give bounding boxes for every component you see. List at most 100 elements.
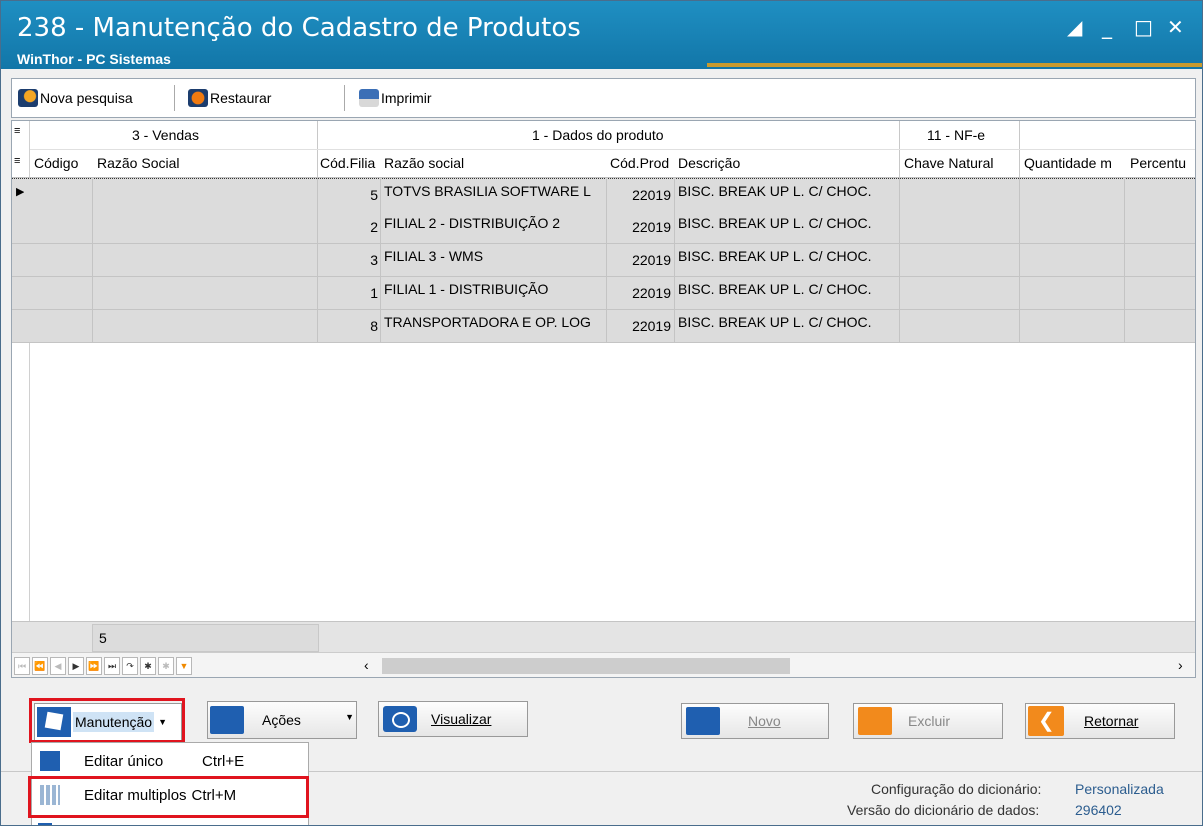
column-header-descricao[interactable]: Descrição [678,155,896,171]
config-dicionario-value: Personalizada [1075,781,1164,797]
clear-bookmark-icon[interactable]: ✱ [158,657,174,675]
toolbar: Nova pesquisa Restaurar Imprimir [11,78,1196,118]
prev-page-icon[interactable]: ⏪ [32,657,48,675]
printer-icon [359,89,379,107]
grid-divider [606,178,607,343]
first-page-icon[interactable]: ⏮ [14,657,30,675]
table-row[interactable]: ▶ 5 TOTVS BRASILIA SOFTWARE L 22019 BISC… [12,178,1195,212]
cell-cod-prod: 22019 [632,285,671,301]
novo-button[interactable]: Novo [681,703,829,739]
refresh-icon[interactable]: ↷ [122,657,138,675]
minimize-icon[interactable]: _ [1102,17,1112,37]
cell-cod-prod: 22019 [632,252,671,268]
header-divider [30,149,1195,150]
new-search-icon [18,89,38,107]
table-row[interactable]: 2 FILIAL 2 - DISTRIBUIÇÃO 2 22019 BISC. … [12,211,1195,244]
restaurar-button[interactable]: Restaurar [188,87,271,109]
table-row[interactable]: 8 TRANSPORTADORA E OP. LOG 22019 BISC. B… [12,310,1195,343]
toolbar-separator [344,85,345,111]
editar-unico-shortcut: Ctrl+E [202,752,245,770]
column-header-cod-filial[interactable]: Cód.Filia [320,155,380,171]
imprimir-label: Imprimir [381,90,432,106]
imprimir-button[interactable]: Imprimir [359,87,432,109]
cell-razao-social: TRANSPORTADORA E OP. LOG [384,314,591,330]
grid-divider [1019,178,1020,343]
grid-divider [92,178,93,343]
bookmark-icon[interactable]: ✱ [140,657,156,675]
column-header-razao-social-vendas[interactable]: Razão Social [97,155,312,171]
prev-record-icon[interactable]: ◀ [50,657,66,675]
edit-single-icon [40,751,60,771]
versao-dicionario-label: Versão do dicionário de dados: [847,802,1040,818]
cell-cod-filial: 5 [370,187,378,203]
cell-descricao: BISC. BREAK UP L. C/ CHOC. [678,281,872,297]
next-record-icon[interactable]: ▶ [68,657,84,675]
excluir-button[interactable]: Excluir [853,703,1003,739]
window-subtitle: WinThor - PC Sistemas [17,51,171,67]
title-bar: 238 - Manutenção do Cadastro de Produtos… [1,1,1202,69]
grid-divider [1124,178,1125,343]
title-accent-stripe [707,63,1202,67]
footer-summary-cell: 5 [92,624,319,652]
restaurar-label: Restaurar [210,90,272,106]
band-nfe[interactable]: 11 - NF-e [927,127,985,143]
grid-divider [674,178,675,343]
retornar-button[interactable]: ❮ Retornar [1025,703,1175,739]
table-row[interactable]: 3 FILIAL 3 - WMS 22019 BISC. BREAK UP L.… [12,244,1195,277]
cell-razao-social: FILIAL 1 - DISTRIBUIÇÃO [384,281,549,297]
scroll-left-icon[interactable]: ‹ [364,657,369,673]
close-icon[interactable]: ✕ [1167,17,1184,37]
band-dados-produto[interactable]: 1 - Dados do produto [532,127,664,143]
actions-list-icon [210,706,244,734]
window-title: 238 - Manutenção do Cadastro de Produtos [17,13,581,43]
excluir-label: Excluir [908,713,951,729]
toolbar-separator [174,85,175,111]
band-vendas[interactable]: 3 - Vendas [132,127,199,143]
restore-arrow-icon [188,89,208,107]
filter-icon[interactable]: ▼ [176,657,192,675]
return-arrow-icon: ❮ [1028,706,1064,736]
column-header-chave-natural[interactable]: Chave Natural [904,155,1016,171]
maximize-icon[interactable]: □ [1134,17,1153,37]
column-header-quantidade[interactable]: Quantidade m [1024,155,1126,171]
nova-pesquisa-label: Nova pesquisa [40,90,133,106]
horizontal-scrollbar-thumb[interactable] [382,658,790,674]
cell-descricao: BISC. BREAK UP L. C/ CHOC. [678,248,872,264]
trash-icon [858,707,892,735]
cell-descricao: BISC. BREAK UP L. C/ CHOC. [678,314,872,330]
cell-cod-filial: 1 [370,285,378,301]
novo-label: Novo [748,713,781,729]
table-row[interactable]: 1 FILIAL 1 - DISTRIBUIÇÃO 22019 BISC. BR… [12,277,1195,310]
column-header-cod-prod[interactable]: Cód.Prod [610,155,672,171]
cell-razao-social: FILIAL 2 - DISTRIBUIÇÃO 2 [384,215,561,231]
app-window: 238 - Manutenção do Cadastro de Produtos… [0,0,1203,826]
cell-cod-filial: 8 [370,318,378,334]
dropdown-arrow-icon[interactable]: ▼ [345,712,354,722]
cell-descricao: BISC. BREAK UP L. C/ CHOC. [678,183,872,199]
products-grid[interactable]: ≡ ≡ 3 - Vendas 1 - Dados do produto 11 -… [11,120,1196,678]
scroll-right-icon[interactable]: › [1178,657,1183,673]
new-record-icon [686,707,720,735]
column-header-percentual[interactable]: Percentu [1130,155,1195,171]
last-page-icon[interactable]: ⏭ [104,657,120,675]
highlight-editar-multiplos [28,776,309,818]
cell-cod-prod: 22019 [632,219,671,235]
acoes-button[interactable]: Ações ▼ [207,701,357,739]
restore-icon[interactable]: ◢ [1067,17,1082,37]
visualizar-button[interactable]: Visualizar [378,701,528,737]
config-dicionario-label: Configuração do dicionário: [871,781,1042,797]
row-indicator-icon: ▶ [16,186,25,198]
cell-cod-prod: 22019 [632,187,671,203]
grid-divider [317,178,318,343]
column-header-razao-social[interactable]: Razão social [384,155,604,171]
band-menu-icon[interactable]: ≡ [14,125,20,137]
menu-item-editar-unico[interactable]: Editar único Ctrl+E [32,745,308,777]
next-page-icon[interactable]: ⏩ [86,657,102,675]
highlight-manutencao [29,698,185,743]
editar-unico-label: Editar único [84,752,164,770]
versao-dicionario-value: 296402 [1075,802,1122,818]
nova-pesquisa-button[interactable]: Nova pesquisa [18,87,133,109]
column-header-codigo[interactable]: Código [34,155,92,171]
eye-icon [383,706,417,732]
column-menu-icon[interactable]: ≡ [14,155,20,167]
